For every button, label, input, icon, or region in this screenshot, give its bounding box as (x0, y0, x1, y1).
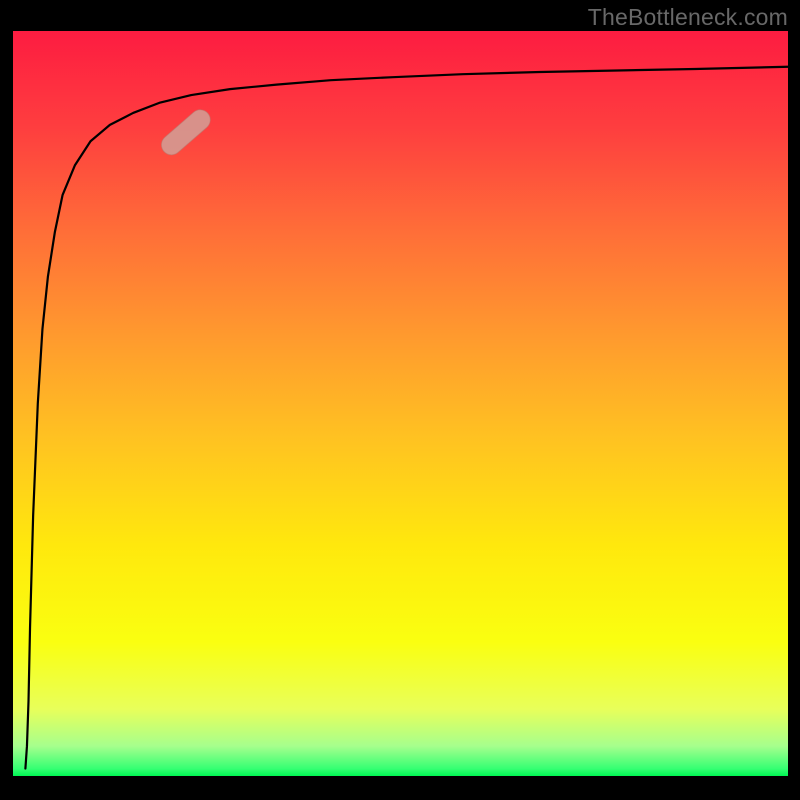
highlight-capsule-marker (157, 106, 214, 159)
watermark-text: TheBottleneck.com (588, 4, 788, 31)
chart-svg-layer (0, 0, 800, 800)
chart-stage: TheBottleneck.com (0, 0, 800, 800)
bottleneck-curve (25, 67, 788, 769)
